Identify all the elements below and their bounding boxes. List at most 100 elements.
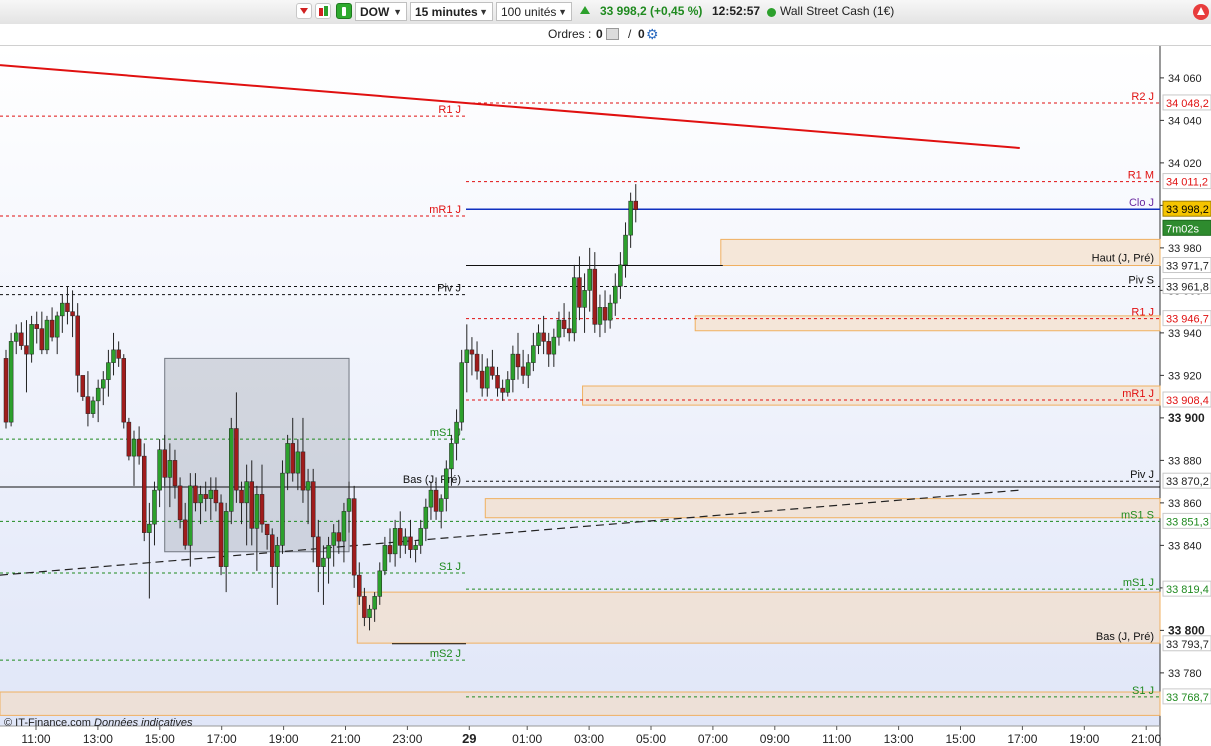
candle-body — [80, 375, 86, 397]
candle-body — [572, 277, 577, 334]
footer-source: © IT-Finance.com Données indicatives — [4, 717, 193, 729]
timeframe-value: 15 minutes — [415, 5, 478, 19]
high-low-label: Bas (J, Pré) — [403, 474, 461, 486]
chevron-down-icon: ▼ — [479, 7, 488, 17]
candle-body — [541, 332, 546, 342]
candle-body — [203, 494, 208, 499]
y-tick-label: 33 900 — [1168, 411, 1205, 425]
candle-body — [623, 234, 628, 266]
candle-body — [121, 358, 127, 423]
candle-body — [582, 290, 587, 308]
status-dot-icon — [767, 8, 776, 17]
level-label: mS1 S — [1121, 509, 1154, 521]
x-tick-label: 21:00 — [1131, 732, 1161, 746]
candle-body — [408, 536, 413, 550]
candle-body — [244, 481, 249, 504]
candle-body — [264, 523, 270, 535]
candle-body — [392, 528, 398, 555]
level-label: mR1 J — [429, 204, 461, 216]
candle-body — [628, 200, 633, 236]
price-zone — [582, 385, 1161, 406]
value-tag-label: 33 851,3 — [1166, 516, 1209, 528]
candle-body — [234, 428, 239, 491]
candle-body — [449, 443, 454, 470]
units-select[interactable]: 100 unités ▼ — [496, 2, 572, 21]
candle-body — [633, 200, 639, 210]
candle-body — [295, 451, 301, 474]
candle-body — [607, 302, 613, 321]
green-candle-icon[interactable] — [336, 3, 352, 19]
level-label: mS1 J — [1123, 577, 1154, 589]
candle-body — [515, 353, 521, 368]
red-down-icon[interactable] — [296, 3, 312, 19]
candle-body — [510, 353, 516, 380]
y-tick-label: 33 920 — [1168, 370, 1202, 382]
gear-icon[interactable]: ⚙ — [646, 26, 659, 43]
close-chart-icon[interactable] — [1193, 4, 1209, 20]
orders-bar: Ordres : 0 / 0 ⚙ — [0, 24, 1211, 46]
orders-separator: / — [628, 27, 632, 41]
candle-body — [188, 485, 193, 546]
candle-body — [198, 494, 203, 504]
candle-body — [65, 302, 70, 312]
y-tick-label: 33 880 — [1168, 455, 1202, 467]
candle-body — [167, 460, 173, 478]
level-label: S1 J — [439, 561, 461, 573]
candle-body — [362, 596, 367, 618]
candle-body — [397, 528, 403, 546]
units-value: 100 unités — [501, 5, 557, 19]
candle-body — [136, 438, 142, 457]
symbol-select[interactable]: DOW ▼ — [355, 2, 407, 21]
candle-body — [229, 428, 234, 512]
orders-label: Ordres : — [548, 27, 592, 41]
timeframe-select[interactable]: 15 minutes ▼ — [410, 2, 493, 21]
candle-body — [556, 319, 562, 338]
x-tick-label: 17:00 — [1007, 732, 1037, 746]
level-label: R1 J — [1131, 307, 1154, 319]
candle-body — [34, 324, 39, 329]
candle-body — [520, 366, 526, 376]
candle-body — [39, 328, 45, 351]
value-tag-label: 34 048,2 — [1166, 98, 1209, 110]
candle-body — [111, 349, 116, 363]
y-tick-label: 33 780 — [1168, 668, 1202, 680]
x-tick-label: 11:00 — [822, 732, 851, 746]
candle-body — [147, 523, 152, 533]
candle-body — [561, 319, 567, 329]
candle-body — [300, 451, 306, 491]
price-zone — [484, 498, 1161, 519]
candle-body — [336, 532, 342, 542]
orders-grid-icon[interactable] — [606, 28, 619, 40]
x-tick-label: 23:00 — [392, 732, 422, 746]
candle-type-icon[interactable] — [315, 3, 331, 19]
x-tick-label: 15:00 — [145, 732, 175, 746]
high-low-label: Bas (J, Pré) — [1096, 631, 1154, 643]
candle-body — [131, 438, 137, 457]
candle-body — [367, 608, 372, 618]
value-tag-label: 33 961,8 — [1166, 282, 1209, 294]
candle-body — [387, 545, 393, 555]
candle-body — [152, 489, 157, 525]
candle-body — [275, 545, 280, 567]
level-label: R1 J — [438, 104, 461, 116]
instrument-name: Wall Street Cash (1€) — [780, 4, 895, 18]
price-chart: R2 J R1 J R1 M mR1 J Piv S Piv J R1 J mR1 J mS1 … — [0, 46, 1211, 746]
candle-body — [70, 311, 75, 317]
y-tick-label: 34 040 — [1168, 115, 1202, 127]
candle-body — [418, 528, 423, 546]
candle-body — [331, 532, 336, 546]
candle-body — [85, 396, 91, 414]
close-label: Clo J — [1129, 197, 1154, 209]
candle-body — [474, 353, 480, 372]
orders-count: 0 — [596, 27, 603, 41]
toolbar: DOW ▼ 15 minutes ▼ 100 unités ▼ 33 998,2… — [0, 0, 1211, 25]
candle-body — [106, 362, 111, 380]
price-zone — [694, 315, 1161, 332]
candle-body — [208, 489, 214, 499]
candle-body — [75, 315, 80, 376]
candle-body — [254, 494, 260, 529]
candle-body — [95, 387, 101, 402]
candle-body — [49, 319, 55, 338]
candle-body — [182, 519, 188, 546]
candle-body — [382, 545, 388, 572]
